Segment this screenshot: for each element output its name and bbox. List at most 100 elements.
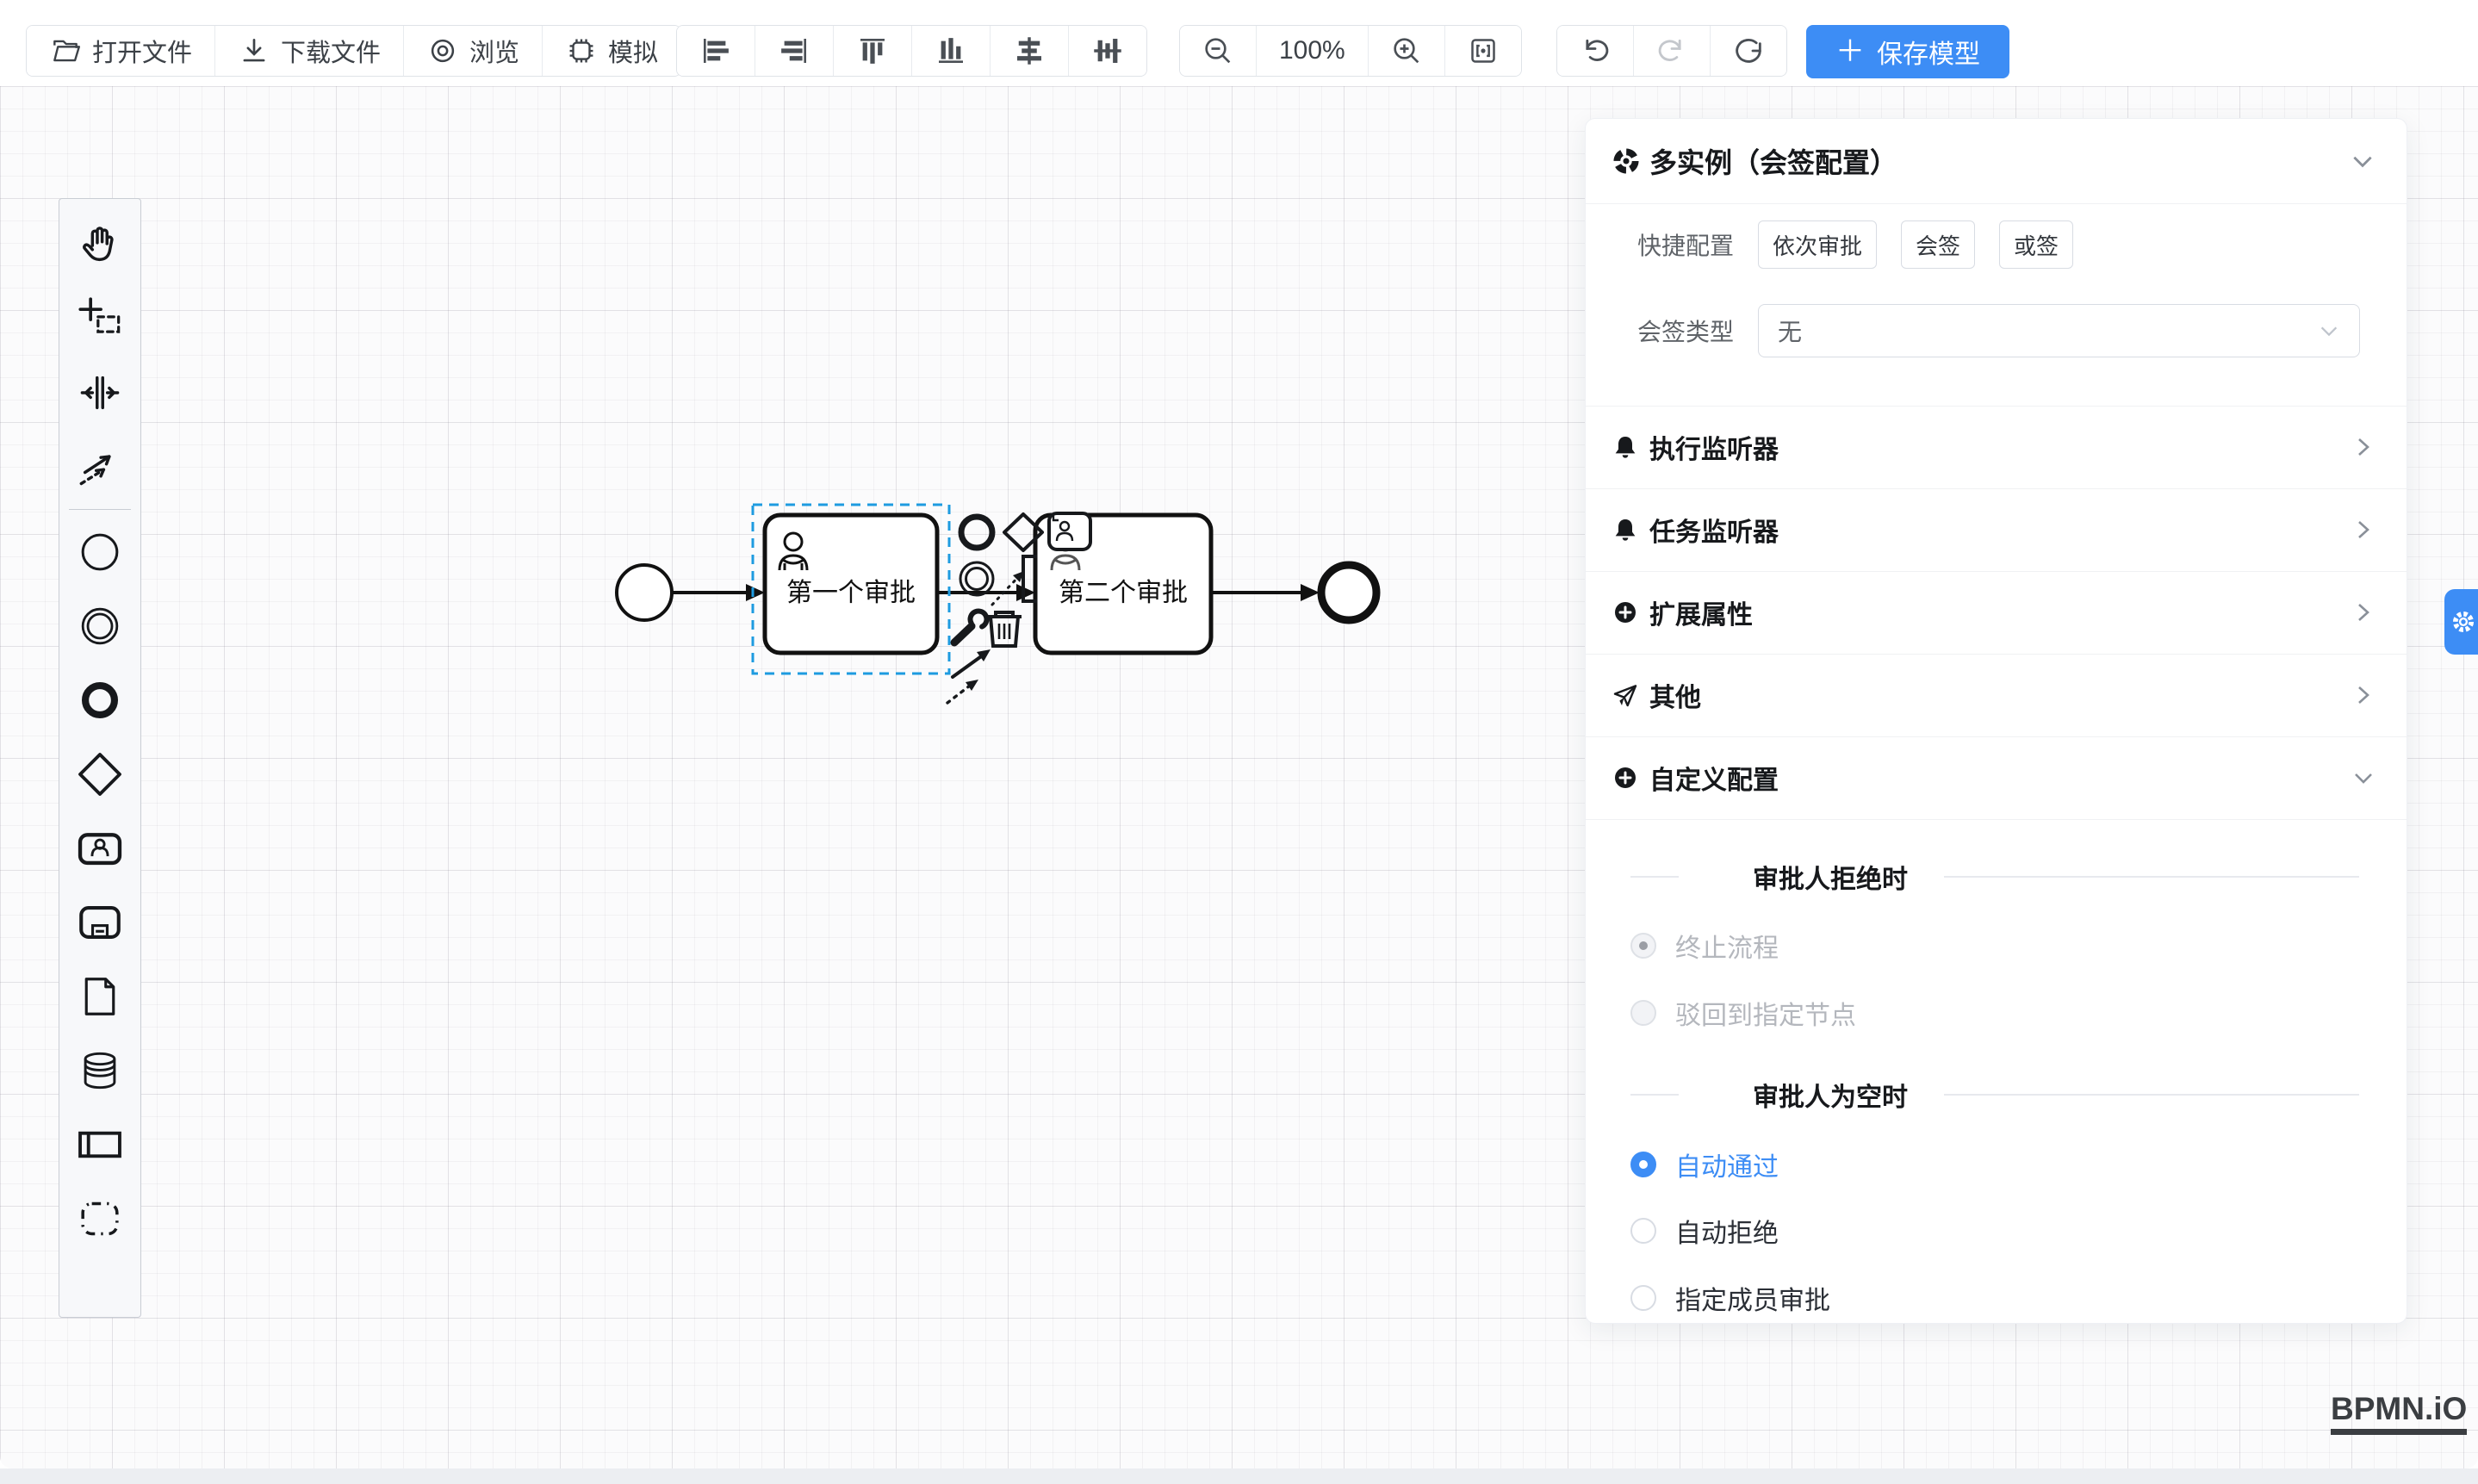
section-other[interactable]: 其他 [1586, 654, 2407, 736]
redo-button[interactable] [1634, 26, 1711, 76]
change-type-wrench[interactable] [954, 609, 989, 643]
radio-auto-reject[interactable]: 自动拒绝 [1630, 1214, 1779, 1248]
bpmn-io-logo[interactable]: BPMN.iO [2331, 1391, 2467, 1435]
chevron-down-icon [2350, 148, 2376, 174]
radio-assign-member[interactable]: 指定成员审批 [1630, 1281, 1830, 1315]
sequence-flow-3[interactable] [1211, 584, 1320, 601]
create-gateway[interactable] [63, 737, 137, 811]
radio-return-to-node[interactable]: 驳回到指定节点 [1630, 996, 1856, 1030]
global-connect-tool[interactable] [63, 430, 137, 504]
section-custom-config[interactable]: 自定义配置 [1586, 736, 2407, 819]
append-end-event[interactable] [961, 517, 992, 548]
plus-icon: ＋ [1835, 37, 1865, 66]
align-top-button[interactable] [834, 26, 912, 76]
align-center-vertical-icon [1090, 33, 1126, 69]
bell-icon [1612, 516, 1639, 543]
connect-tool[interactable] [947, 649, 991, 703]
append-intermediate-event[interactable] [960, 562, 993, 595]
radio-terminate-process[interactable]: 终止流程 [1630, 928, 1779, 963]
reject-group-title-divider: 审批人拒绝时 [1630, 860, 2359, 894]
create-data-store[interactable] [63, 1034, 137, 1108]
zoom-out-icon [1201, 34, 1235, 68]
intermediate-event-icon [76, 602, 124, 650]
zoom-in-icon [1389, 34, 1424, 68]
space-tool[interactable] [63, 356, 137, 430]
align-center-vertical-button[interactable] [1069, 26, 1146, 76]
history-button-group [1556, 25, 1787, 77]
gateway-icon [75, 749, 125, 799]
save-model-label: 保存模型 [1877, 33, 1980, 71]
create-intermediate-event[interactable] [63, 589, 137, 663]
start-event-icon [76, 528, 124, 576]
task2-label: 第二个审批 [1059, 579, 1188, 607]
download-file-button[interactable]: 下载文件 [215, 26, 404, 76]
user-task-icon [75, 823, 125, 873]
panel-title: 多实例（会签配置） [1649, 141, 1897, 181]
empty-group-title: 审批人为空时 [1753, 1076, 1908, 1114]
align-right-icon [776, 33, 812, 69]
end-event[interactable] [1321, 565, 1376, 620]
eye-icon [426, 34, 459, 67]
download-file-label: 下载文件 [281, 33, 381, 69]
preview-button[interactable]: 浏览 [404, 26, 543, 76]
subprocess-icon [75, 897, 125, 947]
preview-label: 浏览 [469, 33, 519, 69]
align-center-horizontal-button[interactable] [991, 26, 1069, 76]
zoom-in-button[interactable] [1369, 26, 1445, 76]
create-data-object[interactable] [63, 959, 137, 1034]
quick-config-countersign-button[interactable]: 会签 [1901, 220, 1975, 269]
panel-toggle-tab[interactable] [2444, 589, 2478, 655]
zoom-level[interactable]: 100% [1257, 26, 1369, 76]
reject-group-title: 审批人拒绝时 [1753, 858, 1908, 896]
radio-auto-pass[interactable]: 自动通过 [1630, 1147, 1779, 1182]
hand-tool[interactable] [63, 208, 137, 282]
open-file-button[interactable]: 打开文件 [27, 26, 215, 76]
multi-instance-icon [1612, 146, 1641, 176]
align-bottom-icon [933, 33, 969, 69]
sequence-flow-1[interactable] [673, 584, 765, 601]
quick-config-sequential-button[interactable]: 依次审批 [1758, 220, 1877, 269]
align-bottom-button[interactable] [912, 26, 991, 76]
save-model-button[interactable]: ＋ 保存模型 [1806, 25, 2009, 78]
undo-button[interactable] [1557, 26, 1634, 76]
chevron-right-icon [2351, 600, 2376, 624]
quick-config-row: 快捷配置 依次审批 会签 或签 [1586, 220, 2407, 269]
chevron-right-icon [2351, 683, 2376, 707]
lasso-tool[interactable] [63, 282, 137, 356]
radio-icon [1630, 1218, 1656, 1244]
append-user-task[interactable] [1049, 513, 1090, 550]
align-center-horizontal-icon [1011, 33, 1047, 69]
fit-viewport-button[interactable] [1445, 26, 1521, 76]
simulate-button[interactable]: 模拟 [543, 26, 680, 76]
undo-icon [1578, 34, 1612, 68]
create-group[interactable] [63, 1182, 137, 1256]
sign-type-value: 无 [1778, 314, 1802, 348]
delete-trash[interactable] [987, 612, 1022, 646]
simulate-label: 模拟 [608, 33, 658, 69]
section-execution-listener[interactable]: 执行监听器 [1586, 406, 2407, 488]
create-subprocess[interactable] [63, 885, 137, 959]
quick-config-orsign-button[interactable]: 或签 [1999, 220, 2073, 269]
align-left-icon [698, 33, 734, 69]
create-start-event[interactable] [63, 515, 137, 589]
create-user-task[interactable] [63, 811, 137, 885]
global-connect-icon [78, 444, 122, 489]
create-participant[interactable] [63, 1108, 137, 1182]
quick-config-label: 快捷配置 [1586, 227, 1758, 262]
create-end-event[interactable] [63, 663, 137, 737]
panel-header[interactable]: 多实例（会签配置） [1586, 119, 2407, 203]
section-task-listener[interactable]: 任务监听器 [1586, 488, 2407, 571]
empty-group-title-divider: 审批人为空时 [1630, 1077, 2359, 1112]
section-extended-properties[interactable]: 扩展属性 [1586, 571, 2407, 654]
refresh-button[interactable] [1711, 26, 1786, 76]
start-event[interactable] [617, 565, 672, 620]
sign-type-select[interactable]: 无 [1758, 304, 2360, 357]
append-text-annotation[interactable] [992, 556, 1037, 605]
plus-circle-icon [1612, 599, 1639, 626]
toolbar: 打开文件 下载文件 浏览 [0, 0, 2478, 86]
user-task-1[interactable]: 第一个审批 [765, 515, 937, 653]
open-file-label: 打开文件 [92, 33, 192, 69]
align-left-button[interactable] [677, 26, 755, 76]
zoom-out-button[interactable] [1180, 26, 1257, 76]
align-right-button[interactable] [755, 26, 834, 76]
